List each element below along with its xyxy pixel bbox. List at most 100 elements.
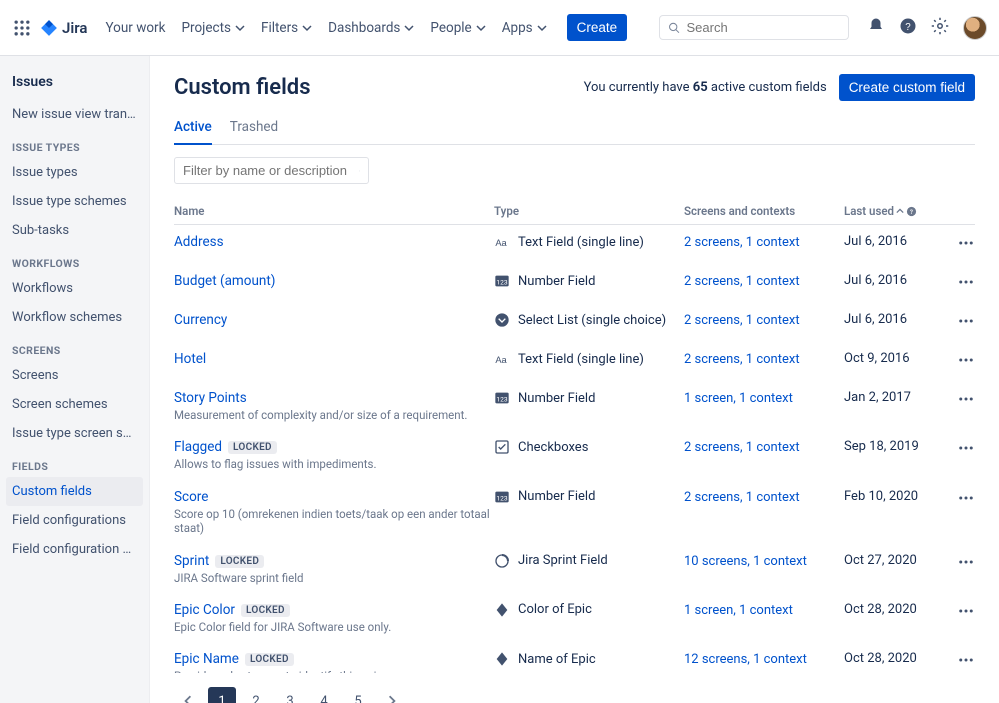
screens-link[interactable]: 2 screens, 1 context bbox=[684, 352, 800, 367]
page-5[interactable]: 5 bbox=[344, 687, 372, 703]
sidebar-item-sub-tasks[interactable]: Sub-tasks bbox=[6, 216, 143, 245]
nav-dashboards[interactable]: Dashboards bbox=[320, 14, 422, 42]
type-icon bbox=[494, 553, 510, 569]
screens-link[interactable]: 2 screens, 1 context bbox=[684, 490, 800, 505]
type-icon: Aa bbox=[494, 234, 510, 250]
row-actions-menu[interactable] bbox=[954, 489, 975, 511]
sidebar-item-screens[interactable]: Screens bbox=[6, 361, 143, 390]
screens-link[interactable]: 2 screens, 1 context bbox=[684, 440, 800, 455]
type-label: Select List (single choice) bbox=[518, 313, 666, 328]
field-name-link[interactable]: Flagged bbox=[174, 439, 222, 455]
table-row: SprintLOCKEDJIRA Software sprint fieldJi… bbox=[174, 544, 975, 593]
table-row: Epic NameLOCKEDProvide a short name to i… bbox=[174, 642, 975, 673]
sidebar-item-issue-types[interactable]: Issue types bbox=[6, 158, 143, 187]
last-used: Oct 9, 2016 bbox=[844, 351, 954, 366]
field-description: Score op 10 (omrekenen indien toets/taak… bbox=[174, 507, 494, 536]
nav-people[interactable]: People bbox=[422, 14, 493, 42]
nav-your-work[interactable]: Your work bbox=[97, 14, 173, 42]
tab-trashed[interactable]: Trashed bbox=[230, 119, 278, 144]
jira-logo[interactable]: Jira bbox=[40, 19, 87, 37]
page-1[interactable]: 1 bbox=[208, 687, 236, 703]
field-name-link[interactable]: Address bbox=[174, 234, 224, 250]
table-row: Currency Select List (single choice) 2 scr… bbox=[174, 303, 975, 342]
chevron-down-icon bbox=[404, 23, 414, 33]
field-name-link[interactable]: Story Points bbox=[174, 390, 247, 406]
field-name-link[interactable]: Epic Name bbox=[174, 651, 239, 667]
page-prev[interactable] bbox=[174, 687, 202, 703]
app-switcher-icon[interactable] bbox=[12, 18, 32, 38]
sidebar-item-screen-schemes[interactable]: Screen schemes bbox=[6, 390, 143, 419]
screens-link[interactable]: 1 screen, 1 context bbox=[684, 391, 793, 406]
row-actions-menu[interactable] bbox=[954, 312, 975, 334]
info-icon[interactable]: ? bbox=[906, 206, 917, 217]
page-4[interactable]: 4 bbox=[310, 687, 338, 703]
field-name-link[interactable]: Epic Color bbox=[174, 602, 235, 618]
row-actions-menu[interactable] bbox=[954, 439, 975, 461]
nav-projects[interactable]: Projects bbox=[173, 14, 253, 42]
filter-input[interactable] bbox=[183, 163, 359, 178]
tabs: Active Trashed bbox=[174, 119, 975, 145]
sidebar-item-field-configuration-schemes[interactable]: Field configuration schemes bbox=[6, 535, 143, 564]
search-box[interactable] bbox=[659, 15, 849, 40]
search-icon bbox=[668, 21, 681, 35]
last-used: Sep 18, 2019 bbox=[844, 439, 954, 454]
notifications-icon[interactable] bbox=[867, 17, 885, 39]
type-icon bbox=[494, 439, 510, 455]
row-actions-menu[interactable] bbox=[954, 390, 975, 412]
sidebar-item-workflows[interactable]: Workflows bbox=[6, 274, 143, 303]
col-screens[interactable]: Screens and contexts bbox=[684, 204, 844, 218]
svg-text:Aa: Aa bbox=[495, 238, 507, 248]
field-name-link[interactable]: Budget (amount) bbox=[174, 273, 276, 289]
filter-box[interactable] bbox=[174, 157, 369, 184]
col-type[interactable]: Type bbox=[494, 204, 684, 218]
sidebar-item-field-configurations[interactable]: Field configurations bbox=[6, 506, 143, 535]
screens-link[interactable]: 10 screens, 1 context bbox=[684, 554, 807, 569]
sidebar-group-issue-types: ISSUE TYPES bbox=[6, 129, 143, 158]
field-name-link[interactable]: Currency bbox=[174, 312, 227, 328]
search-input[interactable] bbox=[687, 20, 841, 35]
svg-text:123: 123 bbox=[496, 395, 507, 403]
sidebar-header: Issues bbox=[6, 70, 143, 100]
page-next[interactable] bbox=[378, 687, 406, 703]
sort-asc-icon bbox=[896, 207, 904, 215]
col-last-used[interactable]: Last used ? bbox=[844, 204, 954, 218]
sidebar-item-custom-fields[interactable]: Custom fields bbox=[6, 477, 143, 506]
col-name[interactable]: Name bbox=[174, 204, 494, 218]
field-name-link[interactable]: Score bbox=[174, 489, 208, 505]
nav-filters[interactable]: Filters bbox=[253, 14, 320, 42]
help-icon[interactable]: ? bbox=[899, 17, 917, 39]
page-3[interactable]: 3 bbox=[276, 687, 304, 703]
type-label: Number Field bbox=[518, 274, 595, 289]
screens-link[interactable]: 2 screens, 1 context bbox=[684, 313, 800, 328]
screens-link[interactable]: 2 screens, 1 context bbox=[684, 274, 800, 289]
row-actions-menu[interactable] bbox=[954, 273, 975, 295]
svg-text:?: ? bbox=[910, 208, 913, 215]
create-custom-field-button[interactable]: Create custom field bbox=[839, 74, 975, 101]
type-icon bbox=[494, 602, 510, 618]
table-row: Budget (amount)123Number Field2 screens,… bbox=[174, 264, 975, 303]
sidebar-item-issue-type-schemes[interactable]: Issue type schemes bbox=[6, 187, 143, 216]
settings-icon[interactable] bbox=[931, 17, 949, 39]
create-button[interactable]: Create bbox=[567, 14, 628, 41]
tab-active[interactable]: Active bbox=[174, 119, 212, 145]
last-used: Oct 28, 2020 bbox=[844, 651, 954, 666]
screens-link[interactable]: 1 screen, 1 context bbox=[684, 603, 793, 618]
svg-text:?: ? bbox=[905, 21, 911, 32]
row-actions-menu[interactable] bbox=[954, 351, 975, 373]
row-actions-menu[interactable] bbox=[954, 553, 975, 575]
pagination: 12345 bbox=[174, 687, 975, 703]
sidebar-item-workflow-schemes[interactable]: Workflow schemes bbox=[6, 303, 143, 332]
user-avatar[interactable] bbox=[963, 16, 987, 40]
nav-apps[interactable]: Apps bbox=[494, 14, 555, 42]
sidebar-item-issue-type-screen-schemes[interactable]: Issue type screen schemes bbox=[6, 419, 143, 448]
page-2[interactable]: 2 bbox=[242, 687, 270, 703]
row-actions-menu[interactable] bbox=[954, 651, 975, 673]
sidebar-item-new-issue-view-transition[interactable]: New issue view transition bbox=[6, 100, 143, 129]
row-actions-menu[interactable] bbox=[954, 602, 975, 624]
last-used: Jan 2, 2017 bbox=[844, 390, 954, 405]
field-name-link[interactable]: Sprint bbox=[174, 553, 209, 569]
row-actions-menu[interactable] bbox=[954, 234, 975, 256]
field-name-link[interactable]: Hotel bbox=[174, 351, 206, 367]
screens-link[interactable]: 12 screens, 1 context bbox=[684, 652, 807, 667]
screens-link[interactable]: 2 screens, 1 context bbox=[684, 235, 800, 250]
